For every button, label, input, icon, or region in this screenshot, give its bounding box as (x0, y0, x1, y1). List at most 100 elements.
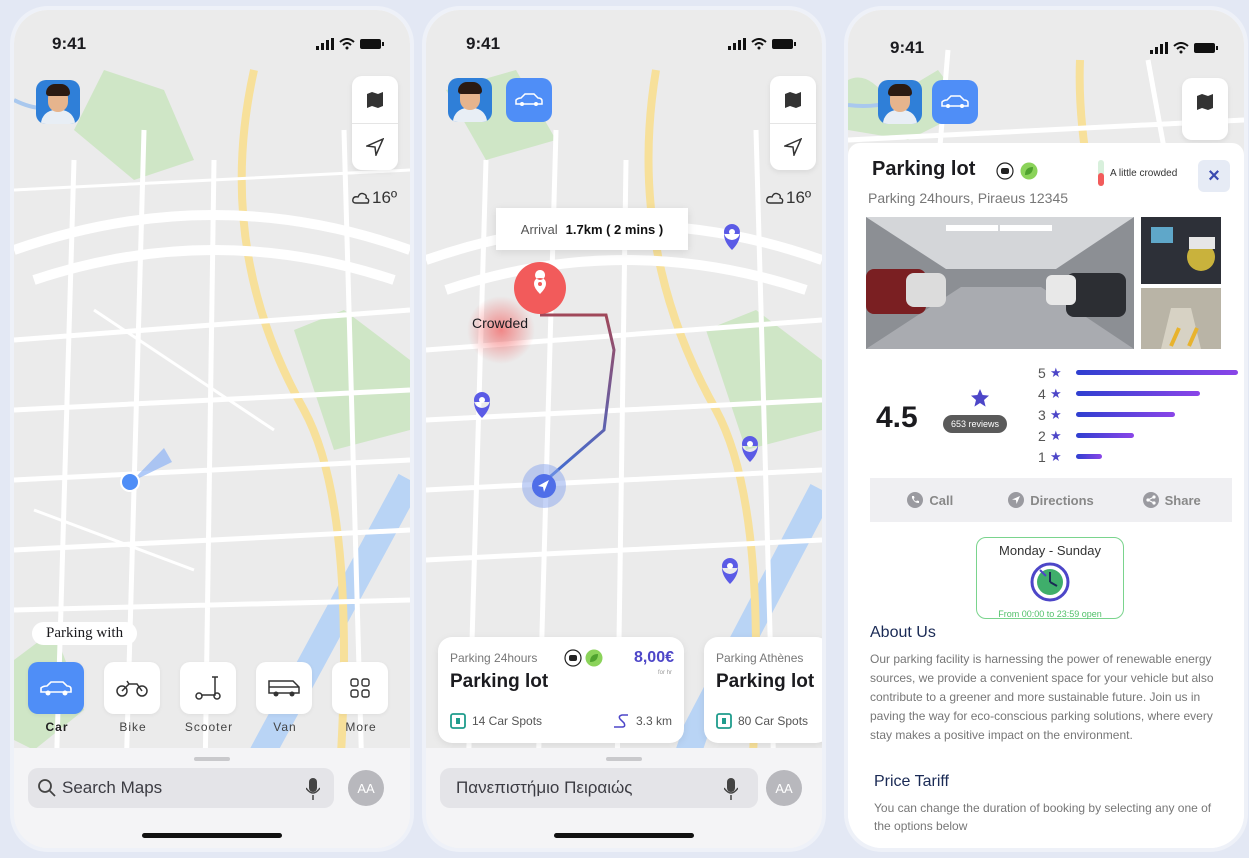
vehicle-car[interactable]: Car (28, 662, 86, 734)
reviews-count[interactable]: 653 reviews (943, 415, 1008, 433)
directions-button[interactable]: Directions (991, 478, 1112, 522)
cloud-icon (766, 192, 784, 204)
grid-icon (350, 678, 370, 698)
card-title: Parking lot (716, 671, 815, 692)
garage-image (866, 217, 1134, 349)
map-layers-button[interactable] (1182, 78, 1228, 125)
map-icon (785, 91, 801, 108)
status-bar: 9:41 (466, 32, 796, 56)
profile-button[interactable]: AA (766, 770, 802, 806)
status-icons (316, 38, 384, 50)
card-distance: 3.3 km (612, 713, 672, 729)
about-title: About Us (870, 624, 936, 641)
share-button[interactable]: Share (1111, 478, 1232, 522)
close-button[interactable]: × (1198, 160, 1230, 192)
card-title: Parking lot (450, 671, 549, 692)
crowd-indicator: A little crowded (1098, 160, 1177, 186)
parking-photo-lane[interactable] (1141, 288, 1221, 349)
cloud-icon (352, 192, 370, 204)
card-badges (564, 649, 603, 667)
card-spots: 14 Car Spots (450, 713, 542, 729)
phone-route: 9:41 16º Arrival 1.7km ( 2 mins ) Crowde… (426, 10, 822, 848)
status-icons (1150, 42, 1218, 54)
profile-button[interactable]: AA (348, 770, 384, 806)
parking-card[interactable]: Parking 24hours 8,00€ for hr Parking lot… (438, 637, 684, 743)
avatar[interactable] (448, 78, 492, 122)
vehicle-more[interactable]: More (332, 662, 390, 734)
call-button[interactable]: Call (870, 478, 991, 522)
hours-days: Monday - Sunday (999, 543, 1101, 558)
map-layers-button[interactable] (352, 76, 398, 123)
navigation-arrow-icon (784, 138, 802, 156)
vehicle-van[interactable]: Van (256, 662, 314, 734)
parking-badges (996, 162, 1038, 180)
map-icon (1197, 93, 1213, 110)
clock-icon (1030, 562, 1070, 602)
parking-card[interactable]: Parking Athènes Parking lot 80 Car Spots (704, 637, 822, 743)
rating-bar-fill (1076, 370, 1238, 375)
avatar[interactable] (36, 80, 80, 124)
locate-button[interactable] (352, 123, 398, 170)
card-spots-text: 80 Car Spots (738, 714, 809, 728)
phone-parking-details: 9:41 Parking lot A little crowded × Park… (848, 10, 1244, 848)
status-time: 9:41 (466, 34, 501, 53)
parking-photo-ticket[interactable] (1141, 217, 1221, 284)
bottom-sheet: Search Maps AA (14, 748, 410, 848)
parking-with-label: Parking with (32, 622, 138, 645)
star-icon: ★ (1050, 448, 1062, 464)
map-controls (1182, 78, 1228, 140)
rating-bar-stars: 3 (1038, 406, 1046, 423)
tariff-text: You can change the duration of booking b… (874, 801, 1212, 833)
parking-spot-icon (450, 713, 466, 729)
share-icon (1142, 492, 1159, 508)
weather-widget: 16º (766, 188, 811, 208)
share-label: Share (1164, 492, 1201, 508)
vehicle-scooter[interactable]: Scooter (180, 662, 238, 734)
wifi-icon (1173, 42, 1189, 54)
parking-address: Parking 24hours, Piraeus 12345 (868, 190, 1069, 206)
route-icon (613, 714, 628, 728)
card-price: 8,00€ (633, 649, 674, 666)
map-layers-button[interactable] (770, 76, 816, 123)
battery-icon (360, 39, 384, 49)
ticket-machine-image (1141, 217, 1221, 284)
hours-open: From 00:00 to 23:59 open (998, 609, 1102, 619)
action-bar: Call Directions Share (870, 478, 1232, 522)
card-spots: 80 Car Spots (716, 713, 808, 729)
car-icon (40, 681, 72, 696)
sheet-handle[interactable] (194, 757, 230, 761)
star-icon: ★ (1050, 427, 1062, 443)
sheet-handle[interactable] (606, 757, 642, 761)
vehicle-bike[interactable]: Bike (104, 662, 162, 734)
map-icon (367, 91, 383, 108)
selected-vehicle-chip[interactable] (506, 78, 552, 122)
weather-temp: 16º (786, 188, 812, 207)
call-label: Call (929, 492, 954, 508)
microphone-icon[interactable] (306, 778, 320, 800)
card-price-unit: for hr (657, 670, 672, 676)
parking-main-photo[interactable] (866, 217, 1134, 349)
arrival-value: 1.7km ( 2 mins ) (565, 221, 664, 237)
status-time: 9:41 (890, 38, 925, 57)
vehicle-label: Car (45, 720, 69, 734)
search-placeholder: Search Maps (62, 778, 163, 797)
parking-title: Parking lot (872, 158, 976, 180)
rating-bar-fill (1076, 391, 1200, 396)
arrival-tooltip: Arrival 1.7km ( 2 mins ) (496, 208, 688, 250)
microphone-icon[interactable] (724, 778, 738, 800)
parking-spot-icon (716, 713, 732, 729)
phone-icon (907, 492, 924, 508)
locate-button[interactable] (770, 123, 816, 170)
vehicle-label: Van (273, 720, 297, 734)
arrival-label: Arrival (520, 221, 558, 237)
search-input[interactable]: Search Maps (28, 768, 334, 808)
rating-bar-stars: 2 (1038, 427, 1046, 444)
parking-lane-image (1141, 288, 1221, 349)
vehicle-selector: Car Bike Scooter Van More (28, 662, 390, 734)
avatar[interactable] (878, 80, 922, 124)
signal-icon (316, 38, 334, 50)
leaf-icon (1020, 162, 1038, 180)
crowded-label: Crowded (472, 315, 529, 331)
search-input[interactable]: Πανεπιστήμιο Πειραιώς (440, 768, 758, 808)
selected-vehicle-chip[interactable] (932, 80, 978, 124)
